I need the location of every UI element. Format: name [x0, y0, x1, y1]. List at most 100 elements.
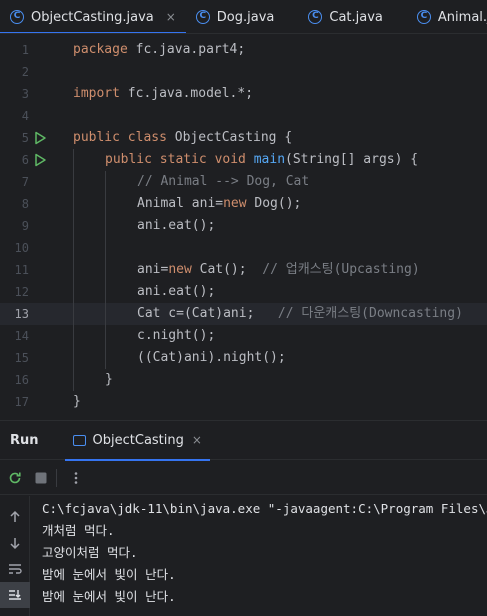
line-number: 10 — [14, 241, 29, 255]
code-token: ObjectCasting { — [174, 130, 293, 145]
console-line: 고양이처럼 먹다. — [42, 545, 138, 560]
editor-tab-bar: C ObjectCasting.java × C Dog.java C Cat.… — [0, 0, 487, 34]
code-line[interactable]: 2 — [0, 61, 487, 83]
line-number: 12 — [14, 285, 29, 299]
line-number: 5 — [21, 131, 29, 145]
code-line[interactable]: 4 — [0, 105, 487, 127]
code-line[interactable]: 14 c.night(); — [0, 325, 487, 347]
code-line[interactable]: 15 ((Cat)ani).night(); — [0, 347, 487, 369]
tab-label: Dog.java — [216, 9, 275, 25]
indent-guide — [105, 215, 106, 237]
code-token: } — [73, 394, 81, 409]
indent-guide — [105, 259, 106, 281]
console-output[interactable]: C:\fcjava\jdk-11\bin\java.exe "-javaagen… — [42, 496, 487, 616]
code-line[interactable]: 12 ani.eat(); — [0, 281, 487, 303]
line-number: 16 — [14, 373, 29, 387]
tab-label: ObjectCasting.java — [31, 9, 154, 25]
code-line[interactable]: 5 public class ObjectCasting { — [0, 127, 487, 149]
arrow-up-icon — [10, 510, 20, 522]
code-line[interactable]: 9 ani.eat(); — [0, 215, 487, 237]
run-window-icon — [72, 434, 86, 446]
code-token: new — [168, 262, 200, 277]
code-text: public class ObjectCasting { — [73, 127, 292, 149]
indent-guide — [105, 171, 106, 193]
code-token: ((Cat)ani).night(); — [137, 350, 286, 365]
close-tab-icon[interactable]: × — [166, 10, 176, 24]
java-class-icon: C — [10, 10, 24, 24]
code-text: c.night(); — [137, 325, 215, 347]
line-number: 17 — [14, 395, 29, 409]
code-token: // Animal --> Dog, Cat — [137, 174, 310, 189]
arrow-down-icon — [10, 538, 20, 550]
run-gutter-icon[interactable] — [33, 131, 47, 145]
code-token: fc.java.part4; — [135, 42, 246, 57]
code-line[interactable]: 8 Animal ani=new Dog(); — [0, 193, 487, 215]
indent-guide — [105, 237, 106, 259]
line-number: 2 — [21, 65, 29, 79]
tab-dog-java[interactable]: C Dog.java — [186, 0, 285, 33]
tab-label: Cat.java — [329, 9, 383, 25]
code-text: public static void main(String[] args) { — [105, 149, 418, 171]
console-line: C:\fcjava\jdk-11\bin\java.exe "-javaagen… — [42, 501, 487, 516]
tab-objectcasting-java[interactable]: C ObjectCasting.java × — [0, 0, 186, 33]
code-line[interactable]: 13 Cat c=(Cat)ani; // 다운캐스팅(Downcasting) — [0, 303, 487, 325]
line-number: 15 — [14, 351, 29, 365]
code-editor[interactable]: 1 package fc.java.part4; 2 3 import fc.java.… — [0, 35, 487, 420]
more-options-button[interactable] — [65, 467, 87, 489]
code-line[interactable]: 11 ani=new Cat(); // 업캐스팅(Upcasting) — [0, 259, 487, 281]
code-text: ani=new Cat(); // 업캐스팅(Upcasting) — [137, 259, 420, 281]
code-token: Dog(); — [254, 196, 302, 211]
code-line[interactable]: 17} — [0, 391, 487, 413]
tab-animal-java[interactable]: C Animal.java — [407, 0, 487, 33]
code-token: new — [223, 196, 255, 211]
soft-wrap-button[interactable] — [0, 556, 30, 582]
rerun-button[interactable] — [4, 467, 26, 489]
code-token: public class — [73, 130, 175, 145]
code-token: ani.eat(); — [137, 218, 216, 233]
scroll-to-end-icon — [9, 590, 21, 600]
line-number: 6 — [21, 153, 29, 167]
line-number: 1 — [21, 43, 29, 57]
code-token: (String[] args) { — [285, 152, 419, 167]
code-line[interactable]: 6 public static void main(String[] args) … — [0, 149, 487, 171]
indent-guide — [73, 193, 74, 215]
code-token: Cat c=(Cat)ani; — [137, 306, 278, 321]
console-line: 밤에 눈에서 빛이 난다. — [42, 567, 176, 582]
code-line[interactable]: 3 import fc.java.model.*; — [0, 83, 487, 105]
indent-guide — [73, 281, 74, 303]
more-vertical-icon — [74, 471, 78, 484]
scroll-up-button[interactable] — [0, 504, 30, 530]
code-token: Cat(); — [199, 262, 263, 277]
code-token: package — [73, 42, 136, 57]
code-token: Animal ani= — [137, 196, 224, 211]
code-line[interactable]: 16} — [0, 369, 487, 391]
line-number: 4 — [21, 109, 29, 123]
indent-guide — [105, 303, 106, 325]
indent-guide — [105, 193, 106, 215]
java-class-icon: C — [308, 10, 323, 24]
tab-cat-java[interactable]: C Cat.java — [298, 0, 393, 33]
code-line[interactable]: 1 package fc.java.part4; — [0, 39, 487, 61]
close-run-tab-icon[interactable]: × — [192, 433, 202, 447]
run-tab-objectcasting[interactable]: ObjectCasting × — [64, 420, 211, 461]
line-number: 13 — [14, 307, 29, 321]
run-gutter-icon[interactable] — [33, 153, 47, 167]
code-text: // Animal --> Dog, Cat — [137, 171, 309, 193]
rerun-icon — [9, 472, 21, 483]
stop-button[interactable] — [30, 467, 52, 489]
indent-guide — [73, 215, 74, 237]
code-text: } — [73, 391, 81, 413]
line-number: 7 — [21, 175, 29, 189]
code-line[interactable]: 10 — [0, 237, 487, 259]
scroll-down-button[interactable] — [0, 530, 30, 556]
scroll-to-end-button[interactable] — [0, 582, 30, 608]
indent-guide — [73, 325, 74, 347]
code-token: fc.java.model.*; — [127, 86, 254, 101]
code-text: ((Cat)ani).night(); — [137, 347, 286, 369]
code-line[interactable]: 7 // Animal --> Dog, Cat — [0, 171, 487, 193]
indent-guide — [73, 303, 74, 325]
run-tool-window-header: Run ObjectCasting × — [0, 420, 487, 461]
code-token: ani.eat(); — [137, 284, 216, 299]
run-toolbar — [0, 461, 487, 495]
code-token: // 다운캐스팅(Downcasting) — [277, 306, 463, 321]
